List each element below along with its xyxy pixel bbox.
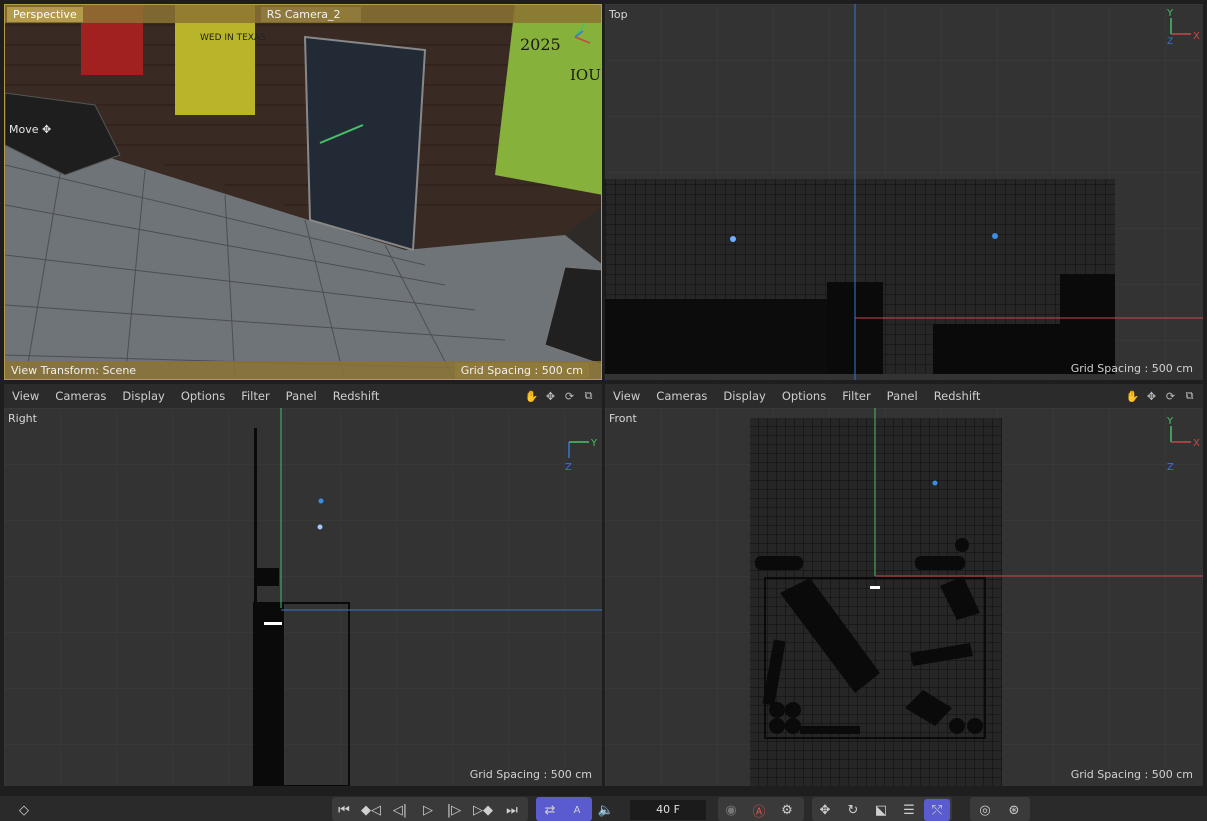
keyframe-diamond-icon[interactable]: ◇ xyxy=(12,799,36,821)
perspective-scene: WED IN TEXAS 2025 IOU xyxy=(5,5,601,379)
poster-yellow-text: WED IN TEXAS xyxy=(200,33,266,43)
door xyxy=(303,35,427,252)
hand-pan-icon[interactable]: ✋ xyxy=(1125,389,1140,404)
hand-pan-icon[interactable]: ✋ xyxy=(524,389,539,404)
perspective-viewport[interactable]: WED IN TEXAS 2025 IOU Perspective RS Cam… xyxy=(4,4,602,380)
key-position-icon[interactable]: ✥ xyxy=(814,799,836,821)
move-crosshair-icon: ✥ xyxy=(42,123,52,136)
key-pla-icon[interactable]: ⤲ xyxy=(924,799,950,821)
play-icon[interactable]: ▷ xyxy=(418,799,438,821)
current-frame-field[interactable]: 40 F xyxy=(630,800,706,820)
auto-key-icon[interactable]: A xyxy=(564,799,590,821)
front-axis-z-letter: Z xyxy=(1167,462,1174,473)
maximize-icon[interactable]: ⧉ xyxy=(581,389,596,404)
auto-record-icon[interactable]: Ⓐ xyxy=(748,799,770,821)
poster-green-year: 2025 xyxy=(520,35,561,54)
move-tool-text: Move xyxy=(9,123,39,136)
grid-spacing-label: Grid Spacing : 500 cm xyxy=(454,362,589,378)
menu-redshift[interactable]: Redshift xyxy=(926,389,989,403)
go-to-start-icon[interactable]: ⏮ xyxy=(334,799,354,821)
camera-selector[interactable]: RS Camera_2 xyxy=(260,6,361,22)
record-settings-icon[interactable]: ⚙ xyxy=(776,799,798,821)
front-view-label[interactable]: Front xyxy=(609,412,637,425)
right-viewport-menubar: View Cameras Display Options Filter Pane… xyxy=(4,384,602,408)
car-side xyxy=(254,603,284,786)
top-view-label[interactable]: Top xyxy=(609,8,628,21)
top-grid-spacing: Grid Spacing : 500 cm xyxy=(1070,362,1193,375)
front-axis-y-letter: Y xyxy=(1166,416,1174,427)
next-frame-icon[interactable]: |▷ xyxy=(444,799,464,821)
move-tool-label: Move ✥ xyxy=(9,123,51,136)
menu-view[interactable]: View xyxy=(605,389,648,403)
move-arrows-icon[interactable]: ✥ xyxy=(1144,389,1159,404)
anim-layer-icon[interactable]: ⊛ xyxy=(1002,799,1026,821)
viewport-nav-tools: ✋ ✥ ⟳ ⧉ xyxy=(524,389,602,404)
menu-view[interactable]: View xyxy=(4,389,47,403)
right-grid-spacing: Grid Spacing : 500 cm xyxy=(469,768,592,781)
key-rotation-icon[interactable]: ↻ xyxy=(842,799,864,821)
top-scene: Y X Z xyxy=(605,4,1203,380)
key-param-icon[interactable]: ☰ xyxy=(898,799,920,821)
record-icon[interactable]: ◉ xyxy=(720,799,742,821)
poster-green-title: IOU xyxy=(570,66,601,84)
right-viewport[interactable]: Y Z Right Grid Spacing : 500 cm xyxy=(4,408,602,786)
menu-cameras[interactable]: Cameras xyxy=(648,389,715,403)
right-axis-y-letter: Y xyxy=(590,438,598,449)
right-view-label[interactable]: Right xyxy=(8,412,37,425)
viewport-nav-tools: ✋ ✥ ⟳ ⧉ xyxy=(1125,389,1203,404)
key-scale-icon[interactable]: ⬕ xyxy=(870,799,892,821)
go-to-end-icon[interactable]: ⏭ xyxy=(502,799,522,821)
rotate-icon[interactable]: ⟳ xyxy=(1163,389,1178,404)
perspective-footer: View Transform: Scene Grid Spacing : 500… xyxy=(5,361,601,379)
prev-key-icon[interactable]: ◆◁ xyxy=(360,799,382,821)
rotate-icon[interactable]: ⟳ xyxy=(562,389,577,404)
car-top xyxy=(605,299,855,374)
prev-frame-icon[interactable]: ◁| xyxy=(390,799,410,821)
axis-z-letter: Z xyxy=(1167,37,1173,47)
motion-system-icon[interactable]: ◎ xyxy=(974,799,996,821)
right-axis-z-letter: Z xyxy=(565,462,572,473)
menu-panel[interactable]: Panel xyxy=(879,389,926,403)
menu-panel[interactable]: Panel xyxy=(278,389,325,403)
menu-redshift[interactable]: Redshift xyxy=(325,389,388,403)
maximize-icon[interactable]: ⧉ xyxy=(1182,389,1197,404)
menu-options[interactable]: Options xyxy=(774,389,834,403)
menu-display[interactable]: Display xyxy=(114,389,172,403)
front-viewport[interactable]: Y X Z Front Grid Spacing : 500 cm xyxy=(605,408,1203,786)
front-axis-x-letter: X xyxy=(1193,438,1200,449)
menu-display[interactable]: Display xyxy=(715,389,773,403)
axis-y-letter: Y xyxy=(1166,8,1174,19)
front-scene: Y X Z xyxy=(605,408,1203,786)
menu-cameras[interactable]: Cameras xyxy=(47,389,114,403)
front-grid-spacing: Grid Spacing : 500 cm xyxy=(1070,768,1193,781)
move-arrows-icon[interactable]: ✥ xyxy=(543,389,558,404)
loop-icon[interactable]: ⇄ xyxy=(538,799,562,821)
sound-icon[interactable]: 🔈 xyxy=(594,799,618,821)
front-viewport-menubar: View Cameras Display Options Filter Pane… xyxy=(605,384,1203,408)
menu-options[interactable]: Options xyxy=(173,389,233,403)
perspective-header: Perspective RS Camera_2 xyxy=(5,5,601,23)
menu-filter[interactable]: Filter xyxy=(834,389,878,403)
next-key-icon[interactable]: ▷◆ xyxy=(472,799,494,821)
menu-filter[interactable]: Filter xyxy=(233,389,277,403)
axis-x-letter: X xyxy=(1193,31,1200,42)
view-transform-label: View Transform: Scene xyxy=(11,363,137,377)
right-scene: Y Z xyxy=(4,408,602,786)
perspective-label[interactable]: Perspective xyxy=(7,6,83,22)
top-viewport[interactable]: Y X Z Top Grid Spacing : 500 cm xyxy=(605,4,1203,380)
